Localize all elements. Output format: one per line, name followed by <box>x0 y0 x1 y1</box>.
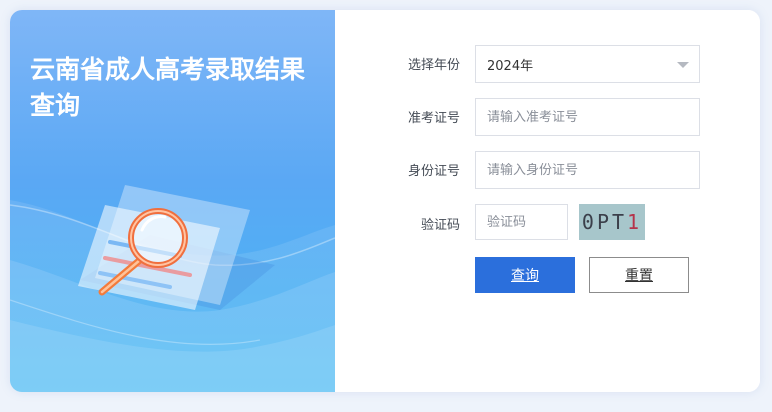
left-banner: 云南省成人高考录取结果 查询 <box>10 10 335 392</box>
reset-button[interactable]: 重置 <box>589 257 689 293</box>
captcha-text-last: 1 <box>627 210 643 234</box>
captcha-field[interactable] <box>475 204 568 240</box>
id-number-input[interactable] <box>487 162 699 178</box>
exam-number-input[interactable] <box>487 109 699 125</box>
captcha-text: 0PT <box>581 210 628 234</box>
query-card: 云南省成人高考录取结果 查询 选择年份 2024年 准考证号 身份证号 验证码 … <box>10 10 760 392</box>
id-number-label: 身份证号 <box>407 164 460 179</box>
chevron-down-icon <box>677 62 689 68</box>
title-line-2: 查询 <box>30 91 81 120</box>
query-form: 选择年份 2024年 准考证号 身份证号 验证码 0PT1 查询 重置 <box>335 10 760 392</box>
page-title: 云南省成人高考录取结果 查询 <box>30 52 326 124</box>
exam-number-label: 准考证号 <box>407 111 460 126</box>
captcha-input[interactable] <box>487 214 567 230</box>
captcha-image[interactable]: 0PT 1 <box>579 204 645 240</box>
year-select[interactable]: 2024年 <box>475 45 700 83</box>
year-selected-value: 2024年 <box>487 58 534 74</box>
title-line-1: 云南省成人高考录取结果 <box>30 55 306 84</box>
query-button[interactable]: 查询 <box>475 257 575 293</box>
year-label: 选择年份 <box>407 58 460 73</box>
captcha-label: 验证码 <box>420 218 460 233</box>
id-number-field[interactable] <box>475 151 700 189</box>
exam-number-field[interactable] <box>475 98 700 136</box>
